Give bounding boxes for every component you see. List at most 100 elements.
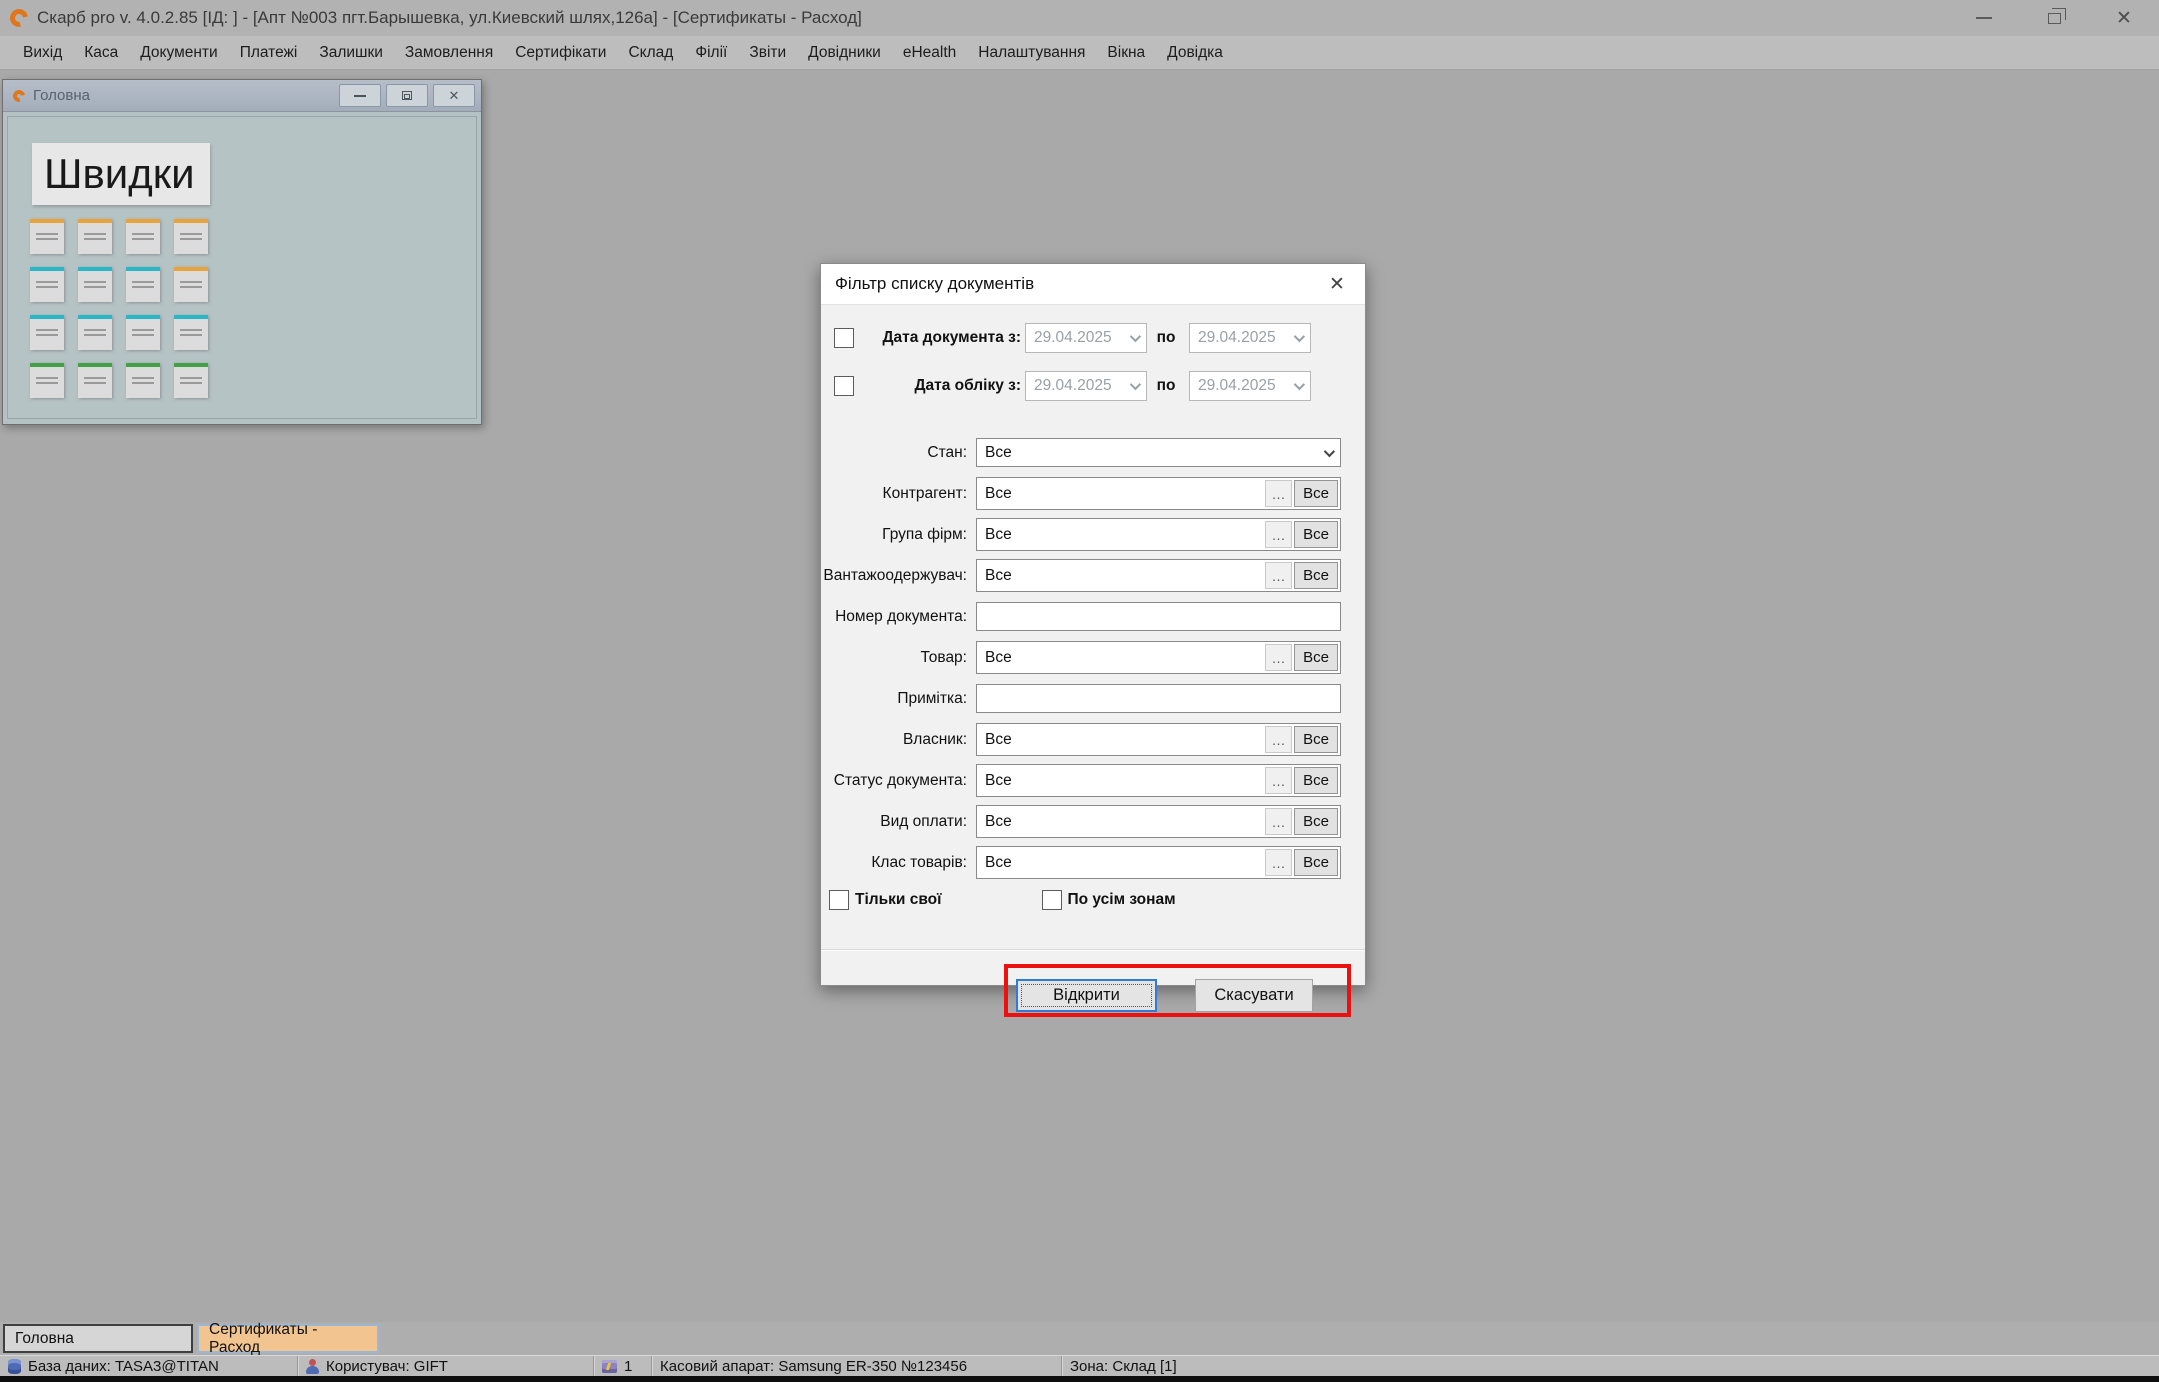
quick-tile[interactable] — [30, 315, 64, 350]
browse-button[interactable]: … — [1265, 562, 1292, 589]
menu-bar: Вихід Каса Документи Платежі Залишки Зам… — [0, 36, 2159, 70]
date-document-from-combo[interactable]: 29.04.2025 — [1025, 323, 1147, 353]
quick-tile[interactable] — [174, 363, 208, 398]
nomer-dokumenta-input[interactable] — [976, 602, 1341, 631]
quick-tile[interactable] — [78, 363, 112, 398]
quick-tile[interactable] — [30, 363, 64, 398]
quick-tile[interactable] — [126, 315, 160, 350]
status-dokumenta-field[interactable]: Все … Все — [976, 764, 1341, 797]
quick-tile[interactable] — [174, 315, 208, 350]
vyd-oplaty-field[interactable]: Все … Все — [976, 805, 1341, 838]
quick-tile[interactable] — [126, 363, 160, 398]
tab-golovna[interactable]: Головна — [3, 1324, 193, 1353]
date-accounting-checkbox[interactable] — [834, 376, 854, 396]
browse-button[interactable]: … — [1265, 521, 1292, 548]
menu-zamovlennia[interactable]: Замовлення — [394, 36, 504, 70]
browse-button[interactable]: … — [1265, 726, 1292, 753]
main-titlebar: Скарб pro v. 4.0.2.85 [ІД: ] - [Апт №003… — [0, 0, 2159, 36]
field-label: Вантажоодержувач: — [821, 567, 976, 585]
restore-icon — [402, 91, 412, 100]
menu-dovidka[interactable]: Довідка — [1156, 36, 1234, 70]
stan-combo[interactable]: Все — [976, 438, 1341, 467]
menu-dokumenty[interactable]: Документи — [129, 36, 228, 70]
quick-tile[interactable] — [174, 219, 208, 254]
all-button[interactable]: Все — [1294, 562, 1338, 589]
dialog-close-button[interactable]: ✕ — [1323, 270, 1351, 298]
kontragent-field[interactable]: Все … Все — [976, 477, 1341, 510]
quick-tiles-grid — [30, 219, 208, 398]
all-button[interactable]: Все — [1294, 767, 1338, 794]
kontragent-row: Контрагент: Все … Все — [821, 473, 1365, 514]
date-accounting-to-combo[interactable]: 29.04.2025 — [1189, 371, 1311, 401]
mdi-tab-bar: Головна Сертификаты - Расход — [0, 1322, 2159, 1355]
cancel-button[interactable]: Скасувати — [1195, 979, 1313, 1012]
date-document-row: Дата документа з: 29.04.2025 по 29.04.20… — [834, 322, 1365, 353]
restore-button[interactable] — [2019, 0, 2089, 36]
menu-nalashtuvannia[interactable]: Налаштування — [967, 36, 1096, 70]
grupa-firm-field[interactable]: Все … Все — [976, 518, 1341, 551]
quick-tile[interactable] — [30, 219, 64, 254]
menu-vykhid[interactable]: Вихід — [12, 36, 73, 70]
all-button[interactable]: Все — [1294, 644, 1338, 671]
date-document-to-combo[interactable]: 29.04.2025 — [1189, 323, 1311, 353]
checkbox-label: Тільки свої — [855, 891, 942, 909]
quick-tile[interactable] — [126, 219, 160, 254]
all-button[interactable]: Все — [1294, 849, 1338, 876]
menu-filii[interactable]: Філії — [684, 36, 738, 70]
checkbox-label: По усім зонам — [1068, 891, 1176, 909]
tab-sertyfikaty-raskhod[interactable]: Сертификаты - Расход — [197, 1324, 379, 1353]
browse-button[interactable]: … — [1265, 644, 1292, 671]
status-user: Користувач: GIFT — [298, 1356, 594, 1376]
quick-tile[interactable] — [30, 267, 64, 302]
restore-icon — [2048, 13, 2061, 24]
database-icon — [8, 1359, 21, 1374]
klas-tovariv-field[interactable]: Все … Все — [976, 846, 1341, 879]
quick-tile[interactable] — [78, 219, 112, 254]
close-button[interactable]: ✕ — [2089, 0, 2159, 36]
chevron-down-icon — [1130, 330, 1141, 341]
date-document-checkbox[interactable] — [834, 328, 854, 348]
menu-zalyshky[interactable]: Залишки — [308, 36, 394, 70]
menu-ehealth[interactable]: eHealth — [892, 36, 967, 70]
child-close-button[interactable]: ✕ — [433, 84, 475, 107]
browse-button[interactable]: … — [1265, 480, 1292, 507]
menu-kasa[interactable]: Каса — [73, 36, 129, 70]
menu-vikna[interactable]: Вікна — [1096, 36, 1156, 70]
all-button[interactable]: Все — [1294, 480, 1338, 507]
menu-platezhi[interactable]: Платежі — [229, 36, 309, 70]
minimize-button[interactable] — [1949, 0, 2019, 36]
all-button[interactable]: Все — [1294, 521, 1338, 548]
bottom-strip — [0, 1376, 2159, 1382]
all-button[interactable]: Все — [1294, 726, 1338, 753]
browse-button[interactable]: … — [1265, 808, 1292, 835]
child-minimize-button[interactable] — [339, 84, 381, 107]
window-controls: ✕ — [1949, 0, 2159, 36]
field-label: Товар: — [821, 649, 976, 667]
tilky-svoi-checkbox[interactable] — [829, 890, 849, 910]
date-accounting-row: Дата обліку з: 29.04.2025 по 29.04.2025 — [834, 370, 1365, 401]
menu-sklad[interactable]: Склад — [617, 36, 684, 70]
po-usim-zonam-checkbox[interactable] — [1042, 890, 1062, 910]
quick-tile[interactable] — [78, 267, 112, 302]
child-restore-button[interactable] — [386, 84, 428, 107]
date-accounting-from-combo[interactable]: 29.04.2025 — [1025, 371, 1147, 401]
menu-zvity[interactable]: Звіти — [738, 36, 797, 70]
open-button[interactable]: Відкрити — [1016, 979, 1157, 1012]
all-button[interactable]: Все — [1294, 808, 1338, 835]
quick-tile[interactable] — [78, 315, 112, 350]
minimize-icon — [1976, 17, 1992, 19]
field-label: Номер документа: — [821, 608, 976, 626]
vantazhooderzhuvach-field[interactable]: Все … Все — [976, 559, 1341, 592]
field-label: Статус документа: — [821, 772, 976, 790]
quick-tile[interactable] — [126, 267, 160, 302]
field-label: Дата документа з: — [867, 329, 1021, 347]
menu-dovidnyky[interactable]: Довідники — [797, 36, 892, 70]
browse-button[interactable]: … — [1265, 849, 1292, 876]
tovar-field[interactable]: Все … Все — [976, 641, 1341, 674]
quick-tile[interactable] — [174, 267, 208, 302]
browse-button[interactable]: … — [1265, 767, 1292, 794]
vlasnyk-field[interactable]: Все … Все — [976, 723, 1341, 756]
register-count-label: 1 — [624, 1358, 632, 1375]
prymitka-input[interactable] — [976, 684, 1341, 713]
menu-sertyfikaty[interactable]: Сертифікати — [504, 36, 617, 70]
